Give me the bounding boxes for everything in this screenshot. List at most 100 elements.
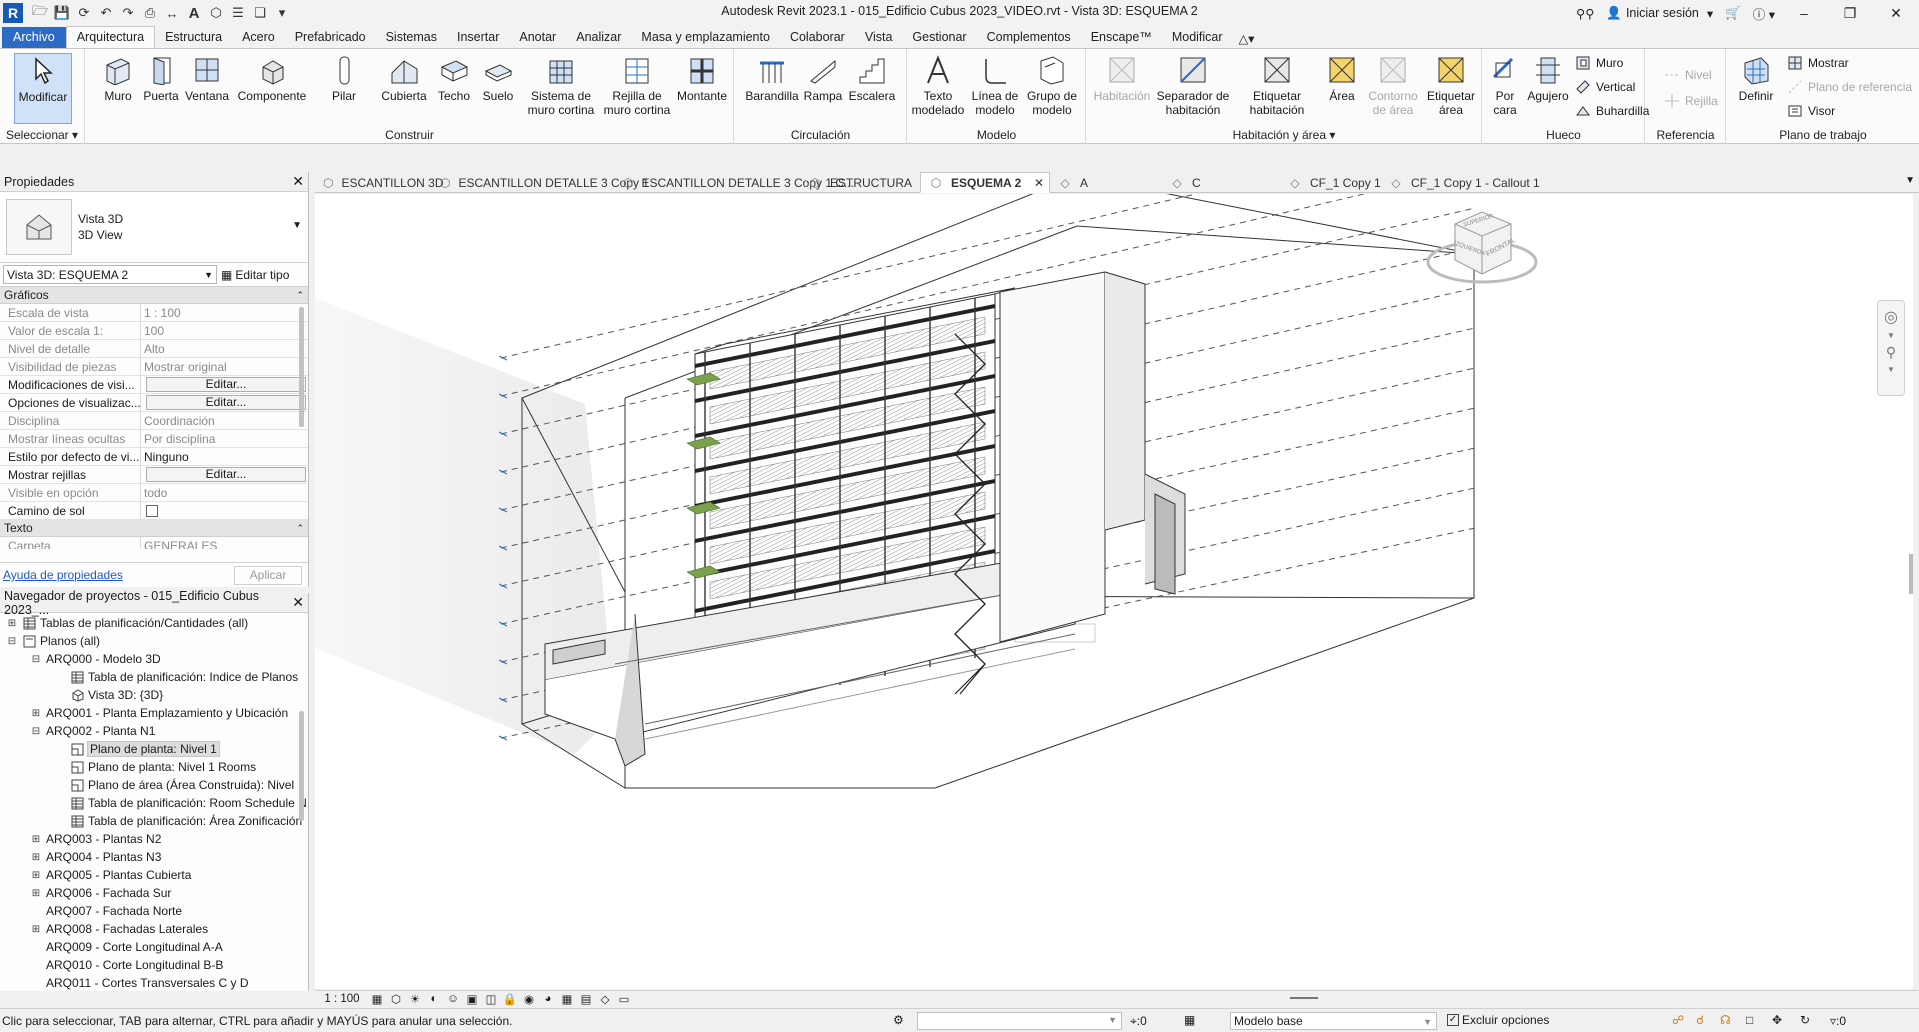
shadows-icon[interactable]: ◐ xyxy=(426,992,442,1006)
browser-node[interactable]: Plano de planta: Nivel 1 Rooms xyxy=(0,758,308,776)
tab-insertar[interactable]: Insertar xyxy=(447,27,509,48)
expand-icon[interactable]: ⊞ xyxy=(30,851,42,863)
hueco-muro-button[interactable]: Muro xyxy=(1575,55,1623,71)
redo-icon[interactable]: ↷ xyxy=(117,3,139,23)
zoom-region-icon[interactable]: ⚲ xyxy=(1886,344,1896,361)
collapse-icon[interactable]: ⊟ xyxy=(30,725,42,737)
chevron-down-icon[interactable]: ▼ xyxy=(1905,175,1915,186)
workset-selector[interactable]: ▼ xyxy=(917,1012,1122,1030)
browser-node[interactable]: ARQ010 - Corte Longitudinal B-B xyxy=(0,956,308,974)
edit-button[interactable]: Editar... xyxy=(146,395,306,410)
property-value[interactable]: Editar... xyxy=(141,376,308,393)
design-option-selector[interactable]: Modelo base ▼ xyxy=(1230,1012,1437,1030)
sun-path-checkbox[interactable] xyxy=(146,505,158,517)
browser-node[interactable]: Tabla de planificación: Room Schedule N xyxy=(0,794,308,812)
collapse-icon[interactable]: ⊟ xyxy=(30,653,42,665)
switch-windows-icon[interactable]: ❏ xyxy=(249,3,271,23)
edit-button[interactable]: Editar... xyxy=(146,467,306,482)
texto-modelado-button[interactable]: Texto modelado xyxy=(910,53,966,117)
browser-node[interactable]: ARQ009 - Corte Longitudinal A-A xyxy=(0,938,308,956)
browser-node[interactable]: ⊞ ARQ003 - Plantas N2 xyxy=(0,830,308,848)
property-value[interactable]: Editar... xyxy=(141,466,308,483)
expand-icon[interactable]: ⊞ xyxy=(30,869,42,881)
habitacion-button[interactable]: Habitación xyxy=(1091,53,1153,103)
property-value[interactable]: 100 xyxy=(141,322,308,339)
browser-node[interactable]: ARQ007 - Fachada Norte xyxy=(0,902,308,920)
save-icon[interactable]: 💾 xyxy=(51,3,73,23)
tab-arquitectura[interactable]: Arquitectura xyxy=(65,26,156,48)
tab-gestionar[interactable]: Gestionar xyxy=(902,27,976,48)
property-value[interactable]: GENERALES xyxy=(141,537,308,549)
steering-wheel-icon[interactable]: ◎ xyxy=(1884,307,1898,327)
property-value[interactable]: todo xyxy=(141,484,308,501)
property-value[interactable] xyxy=(141,502,308,519)
property-value[interactable]: Mostrar original xyxy=(141,358,308,375)
puerta-button[interactable]: Puerta xyxy=(138,53,184,103)
canvas-scrollbar[interactable] xyxy=(1909,554,1913,594)
maximize-button[interactable]: ❐ xyxy=(1827,0,1873,26)
techo-button[interactable]: Techo xyxy=(432,53,476,103)
escalera-button[interactable]: Escalera xyxy=(847,53,897,103)
highlight-displacement-icon[interactable]: ▭ xyxy=(616,992,632,1006)
viewcube[interactable]: SUPERIOR IZQUIERDA FRONTAL xyxy=(1425,202,1539,292)
analytical-icon[interactable]: ◇ xyxy=(597,992,613,1006)
sistema-muro-cortina-button[interactable]: Sistema de muro cortina xyxy=(520,53,602,117)
tab-modificar[interactable]: Modificar xyxy=(1162,27,1233,48)
etiquetar-area-button[interactable]: Etiquetar área xyxy=(1423,53,1479,117)
properties-help-link[interactable]: Ayuda de propiedades xyxy=(3,568,123,582)
browser-node[interactable]: ARQ011 - Cortes Transversales C y D xyxy=(0,974,308,992)
instance-selector[interactable]: Vista 3D: ESQUEMA 2 ▼ xyxy=(3,265,217,284)
print-icon[interactable]: ⎙ xyxy=(139,3,161,23)
tab-anotar[interactable]: Anotar xyxy=(509,27,566,48)
canvas-hscroll[interactable] xyxy=(1290,997,1318,999)
rampa-button[interactable]: Rampa xyxy=(801,53,845,103)
expand-icon[interactable]: ⊞ xyxy=(30,707,42,719)
browser-node[interactable]: Tabla de planificación: Indice de Planos xyxy=(0,668,308,686)
chevron-down-icon[interactable]: ▼ xyxy=(292,220,302,231)
browser-node[interactable]: ⊞ ARQ005 - Plantas Cubierta xyxy=(0,866,308,884)
signin-button[interactable]: 👤 Iniciar sesión ▾ xyxy=(1600,6,1719,21)
browser-scrollbar[interactable] xyxy=(299,711,304,821)
tab-analizar[interactable]: Analizar xyxy=(566,27,631,48)
browser-node[interactable]: Tabla de planificación: Área Zonificació… xyxy=(0,812,308,830)
seleccionar-label[interactable]: Seleccionar ▾ xyxy=(0,128,84,142)
nivel-button[interactable]: Nivel xyxy=(1664,67,1712,83)
contorno-area-button[interactable]: Contorno de área xyxy=(1365,53,1421,117)
temp-view-props-icon[interactable]: ▦ xyxy=(559,992,575,1006)
tab-acero[interactable]: Acero xyxy=(232,27,285,48)
select-links-icon[interactable]: ☍ xyxy=(1672,1013,1684,1027)
drag-elements-icon[interactable]: ✥ xyxy=(1772,1013,1782,1027)
cubierta-button[interactable]: Cubierta xyxy=(376,53,432,103)
ventana-button[interactable]: Ventana xyxy=(182,53,232,103)
open-icon[interactable]: 🗁 xyxy=(29,3,51,23)
customize-qat-icon[interactable]: ▾ xyxy=(271,3,293,23)
reveal-hidden-icon[interactable]: ◕ xyxy=(540,992,556,1006)
ribbon-minimize-toggle[interactable]: △▾ xyxy=(1233,29,1261,48)
text-icon[interactable]: A xyxy=(183,3,205,23)
type-selector[interactable]: Vista 3D 3D View ▼ xyxy=(0,192,308,263)
area-button[interactable]: Área xyxy=(1319,53,1365,103)
browser-node[interactable]: ⊟ ARQ000 - Modelo 3D xyxy=(0,650,308,668)
mostrar-button[interactable]: Mostrar xyxy=(1787,55,1849,71)
tab-estructura[interactable]: Estructura xyxy=(155,27,232,48)
browser-node[interactable]: ⊟ Planos (all) xyxy=(0,632,308,650)
hueco-buhardilla-button[interactable]: Buhardilla xyxy=(1575,103,1649,119)
minimize-button[interactable]: – xyxy=(1781,0,1827,26)
expand-icon[interactable]: ⊞ xyxy=(30,923,42,935)
show-crop-icon[interactable]: ◫ xyxy=(483,992,499,1006)
hueco-vertical-button[interactable]: Vertical xyxy=(1575,79,1635,95)
visual-style-icon[interactable]: ⬡ xyxy=(388,992,404,1006)
close-icon[interactable]: ✕ xyxy=(1034,176,1044,190)
plano-referencia-button[interactable]: Plano de referencia xyxy=(1787,79,1912,95)
view-scale[interactable]: 1 : 100 xyxy=(315,993,369,1005)
property-value[interactable]: 1 : 100 xyxy=(141,304,308,321)
definir-button[interactable]: Definir xyxy=(1731,53,1781,103)
view-tab[interactable]: ⬡ ESTRUCTURA xyxy=(800,172,920,193)
tab-prefabricado[interactable]: Prefabricado xyxy=(285,27,376,48)
montante-button[interactable]: Montante xyxy=(674,53,730,103)
worksets-icon[interactable]: ⚙ xyxy=(893,1013,904,1027)
undo-icon[interactable]: ↶ xyxy=(95,3,117,23)
crop-view-icon[interactable]: ▣ xyxy=(464,992,480,1006)
exclude-options-checkbox[interactable]: ✓ Excluir opciones xyxy=(1447,1013,1549,1027)
select-pinned-icon[interactable]: ☊ xyxy=(1720,1013,1731,1027)
